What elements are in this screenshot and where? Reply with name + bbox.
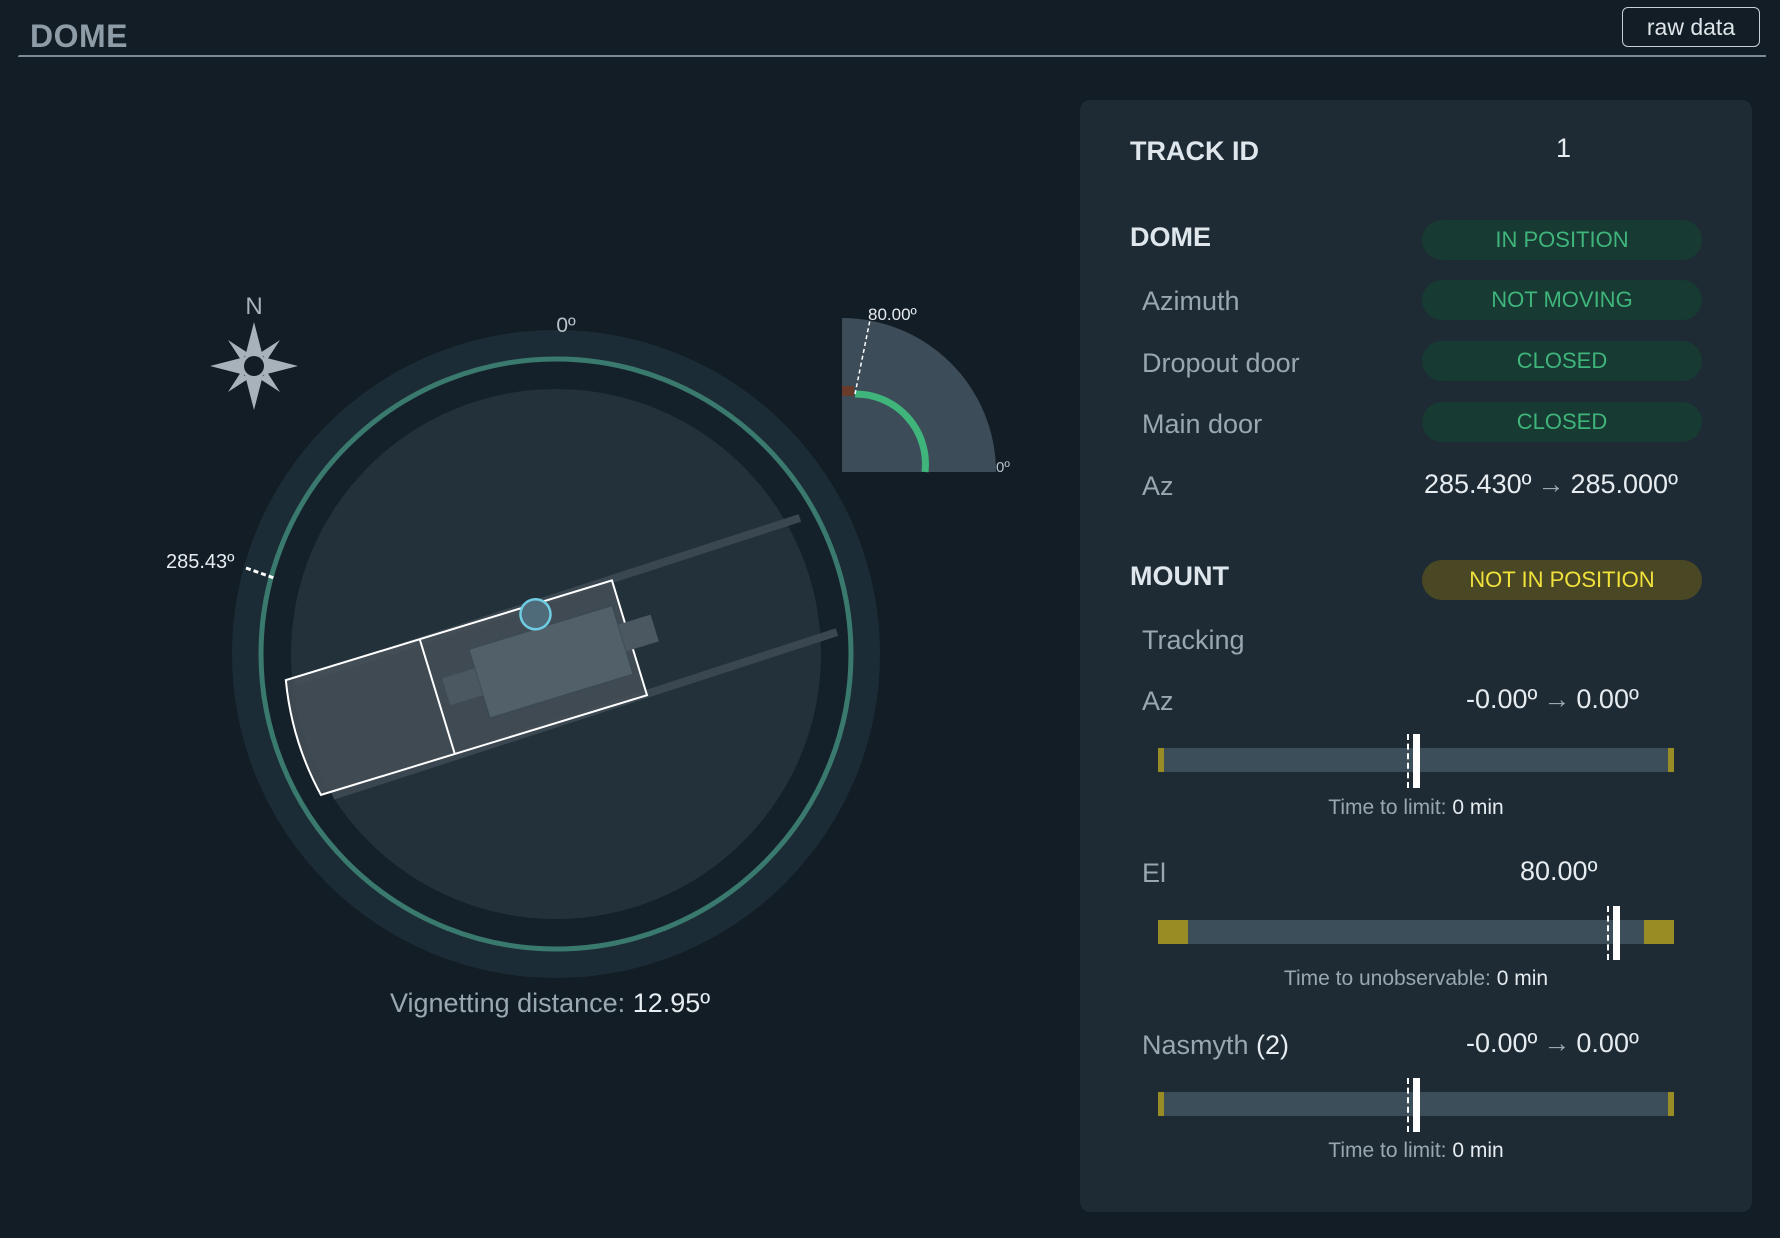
mount-az-target: 0.00º <box>1576 684 1639 714</box>
nasmyth-time-label: Time to limit: <box>1328 1139 1447 1162</box>
mount-az-position-cursor <box>1407 734 1420 788</box>
track-id-label: TRACK ID <box>1130 136 1259 166</box>
mount-az-lower-limit <box>1158 748 1164 772</box>
dome-view: N 0º 285.43º 80.00º 0º <box>166 293 1010 978</box>
nasmyth-lower-limit <box>1158 1092 1164 1116</box>
nasmyth-target: 0.00º <box>1576 1028 1639 1058</box>
mount-el-label: El <box>1142 858 1167 888</box>
tracking-label: Tracking <box>1142 625 1245 655</box>
mount-az-label: Az <box>1142 686 1174 716</box>
compass-icon <box>210 322 298 410</box>
mount-status-badge: NOT IN POSITION <box>1422 560 1702 600</box>
mount-az-time-to-limit: Time to limit: 0 min <box>1080 796 1752 820</box>
mount-el-value: 80.00º <box>1520 856 1598 886</box>
status-panel: TRACK ID 1 DOME IN POSITION Azimuth NOT … <box>1080 100 1752 1212</box>
mount-el-lower-limit <box>1158 920 1188 944</box>
mount-az-values: -0.00º → 0.00º <box>1466 684 1639 715</box>
vignetting-value: 12.95º <box>632 988 711 1018</box>
elevation-gauge-max-label: 80.00º <box>868 305 917 324</box>
vignetting-readout: Vignetting distance: 12.95º <box>390 988 710 1019</box>
dome-azimuth-label: Azimuth <box>1142 286 1240 316</box>
vignetting-label: Vignetting distance: <box>390 988 626 1018</box>
dome-azimuth-status-badge: NOT MOVING <box>1422 280 1702 320</box>
mount-az-upper-limit <box>1668 748 1674 772</box>
elevation-gauge <box>842 318 996 473</box>
dome-status-badge: IN POSITION <box>1422 220 1702 260</box>
dome-az-label: Az <box>1142 471 1174 501</box>
arrow-right-icon: → <box>1537 469 1565 499</box>
main-door-label: Main door <box>1142 409 1263 439</box>
mount-az-time-value: 0 min <box>1452 796 1504 819</box>
mount-az-range-bar <box>1158 734 1674 788</box>
mount-section-label: MOUNT <box>1130 561 1229 591</box>
arrow-right-icon: → <box>1543 1028 1571 1058</box>
nasmyth-label: Nasmyth <box>1142 1030 1249 1060</box>
main-door-status-badge: CLOSED <box>1422 402 1702 442</box>
nasmyth-label-group: Nasmyth (2) <box>1142 1030 1289 1061</box>
nasmyth-current: -0.00º <box>1466 1028 1538 1058</box>
mount-el-position-cursor <box>1606 906 1620 960</box>
dome-az-values: 285.430º → 285.000º <box>1424 469 1678 500</box>
mount-az-time-label: Time to limit: <box>1328 796 1447 819</box>
nasmyth-upper-limit <box>1668 1092 1674 1116</box>
top-angle-label: 0º <box>556 314 576 337</box>
dome-section-label: DOME <box>1130 222 1211 252</box>
mount-el-upper-limit <box>1644 920 1674 944</box>
nasmyth-values: -0.00º → 0.00º <box>1466 1028 1639 1059</box>
elevation-gauge-min-label: 0º <box>996 459 1010 476</box>
mount-az-current: -0.00º <box>1466 684 1538 714</box>
nasmyth-index: (2) <box>1256 1030 1290 1060</box>
dome-az-current: 285.430º <box>1424 469 1532 499</box>
mount-el-time-to-unobservable: Time to unobservable: 0 min <box>1080 967 1752 991</box>
dropout-door-status-badge: CLOSED <box>1422 341 1702 381</box>
track-id-value: 1 <box>1556 133 1572 163</box>
north-label: N <box>245 293 262 320</box>
nasmyth-time-to-limit: Time to limit: 0 min <box>1080 1139 1752 1163</box>
mount-el-time-label: Time to unobservable: <box>1283 967 1491 990</box>
nasmyth-range-bar <box>1158 1078 1674 1132</box>
arrow-right-icon: → <box>1543 684 1571 714</box>
nasmyth-position-cursor <box>1407 1078 1420 1132</box>
mount-el-time-value: 0 min <box>1496 967 1549 990</box>
nasmyth-time-value: 0 min <box>1452 1139 1504 1162</box>
raw-data-button[interactable]: raw data <box>1622 7 1760 47</box>
mount-el-range-bar <box>1158 906 1674 960</box>
dome-az-target: 285.000º <box>1570 469 1678 499</box>
azimuth-marker-label: 285.43º <box>166 551 235 573</box>
dropout-door-label: Dropout door <box>1142 348 1300 378</box>
